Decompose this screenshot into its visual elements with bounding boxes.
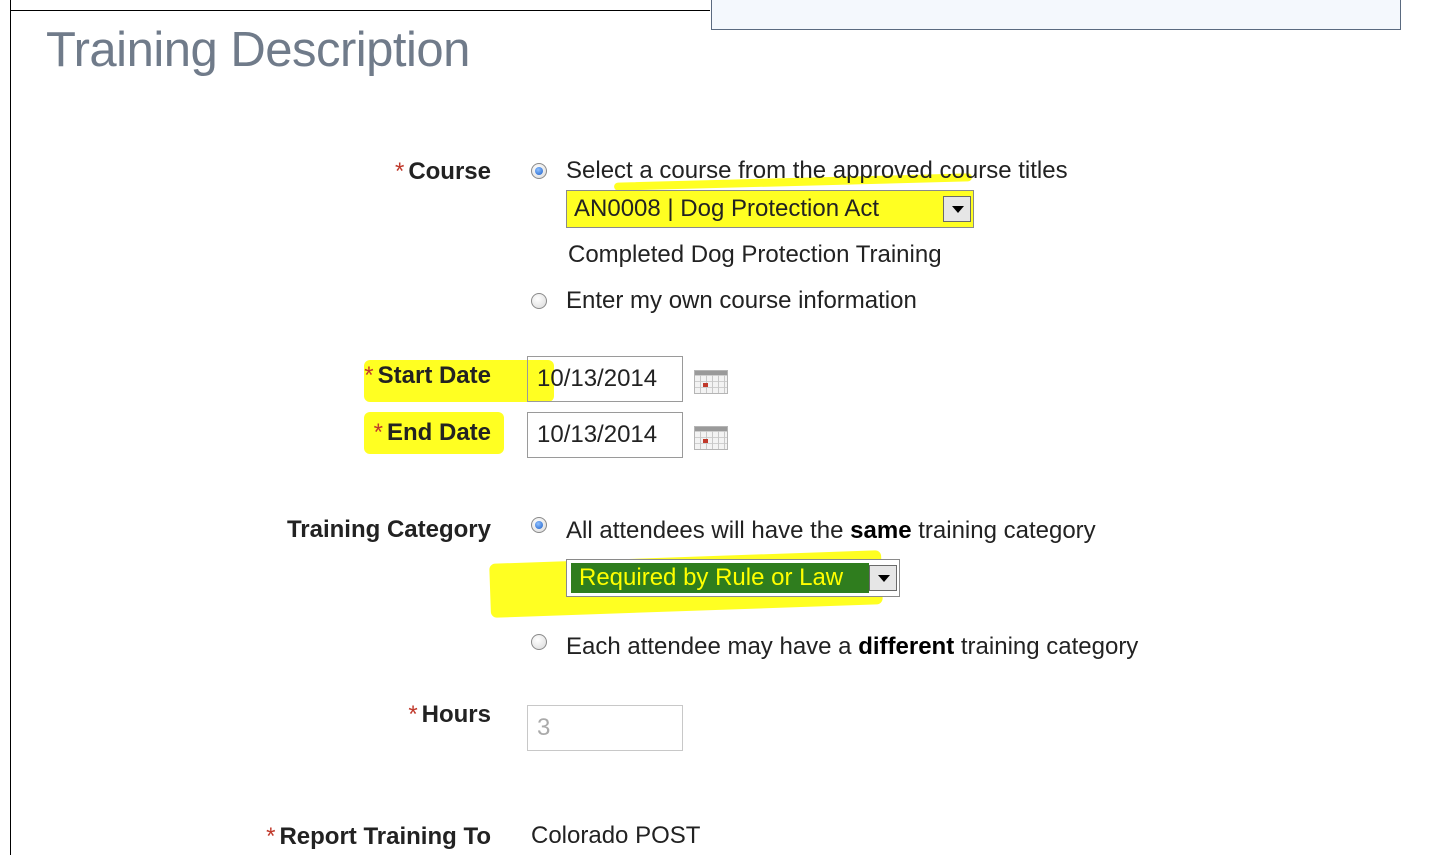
required-marker: * bbox=[408, 701, 418, 728]
hours-input[interactable]: 3 bbox=[527, 705, 683, 751]
hours-label-text: Hours bbox=[421, 701, 491, 728]
start-date-label-text: Start Date bbox=[377, 362, 491, 389]
hours-label: * Hours bbox=[408, 701, 491, 729]
course-select-option-text: Select a course from the approved course… bbox=[566, 157, 1068, 184]
course-select-radio[interactable] bbox=[531, 163, 547, 179]
frame-left-border bbox=[10, 0, 11, 855]
report-training-to-label-text: Report Training To bbox=[279, 823, 491, 850]
course-own-option-text: Enter my own course information bbox=[566, 287, 917, 314]
course-select[interactable]: AN0008 | Dog Protection Act bbox=[566, 190, 974, 228]
course-select-value: AN0008 | Dog Protection Act bbox=[574, 195, 880, 222]
calendar-icon[interactable] bbox=[694, 426, 728, 450]
training-category-select-value: Required by Rule or Law bbox=[571, 563, 869, 593]
category-different-suffix: training category bbox=[960, 633, 1139, 660]
calendar-icon[interactable] bbox=[694, 370, 728, 394]
course-own-radio[interactable] bbox=[531, 293, 547, 309]
category-different-bold: different bbox=[858, 633, 955, 660]
report-training-to-value: Colorado POST bbox=[531, 822, 701, 849]
chevron-down-icon[interactable] bbox=[943, 196, 971, 222]
training-category-label: Training Category bbox=[286, 516, 491, 543]
page-title: Training Description bbox=[46, 23, 470, 77]
start-date-input[interactable]: 10/13/2014 bbox=[527, 356, 683, 402]
required-marker: * bbox=[266, 823, 276, 850]
category-different-radio[interactable] bbox=[531, 634, 547, 650]
category-different-option-text: Each attendee may have a different train… bbox=[566, 633, 1138, 661]
course-label-text: Course bbox=[408, 158, 491, 185]
category-same-option-text: All attendees will have the same trainin… bbox=[566, 517, 1096, 545]
required-marker: * bbox=[394, 158, 405, 185]
category-same-suffix: training category bbox=[918, 517, 1096, 544]
category-same-bold: same bbox=[850, 517, 912, 544]
chevron-down-icon[interactable] bbox=[869, 565, 897, 591]
end-date-label-text: End Date bbox=[386, 419, 491, 446]
end-date-input[interactable]: 10/13/2014 bbox=[527, 412, 683, 458]
required-marker: * bbox=[373, 419, 383, 446]
training-category-select[interactable]: Required by Rule or Law bbox=[566, 559, 900, 597]
start-date-label: * Start Date bbox=[364, 362, 491, 390]
top-panel bbox=[711, 0, 1401, 30]
report-training-to-label: * Report Training To bbox=[266, 823, 491, 851]
course-label: * Course bbox=[395, 158, 491, 186]
category-different-prefix: Each attendee may have a bbox=[566, 633, 852, 660]
required-marker: * bbox=[364, 362, 374, 389]
course-description: Completed Dog Protection Training bbox=[568, 241, 942, 268]
frame-top-border bbox=[10, 10, 710, 11]
category-same-radio[interactable] bbox=[531, 517, 547, 533]
category-same-prefix: All attendees will have the bbox=[566, 517, 844, 544]
end-date-label: * End Date bbox=[374, 419, 491, 447]
